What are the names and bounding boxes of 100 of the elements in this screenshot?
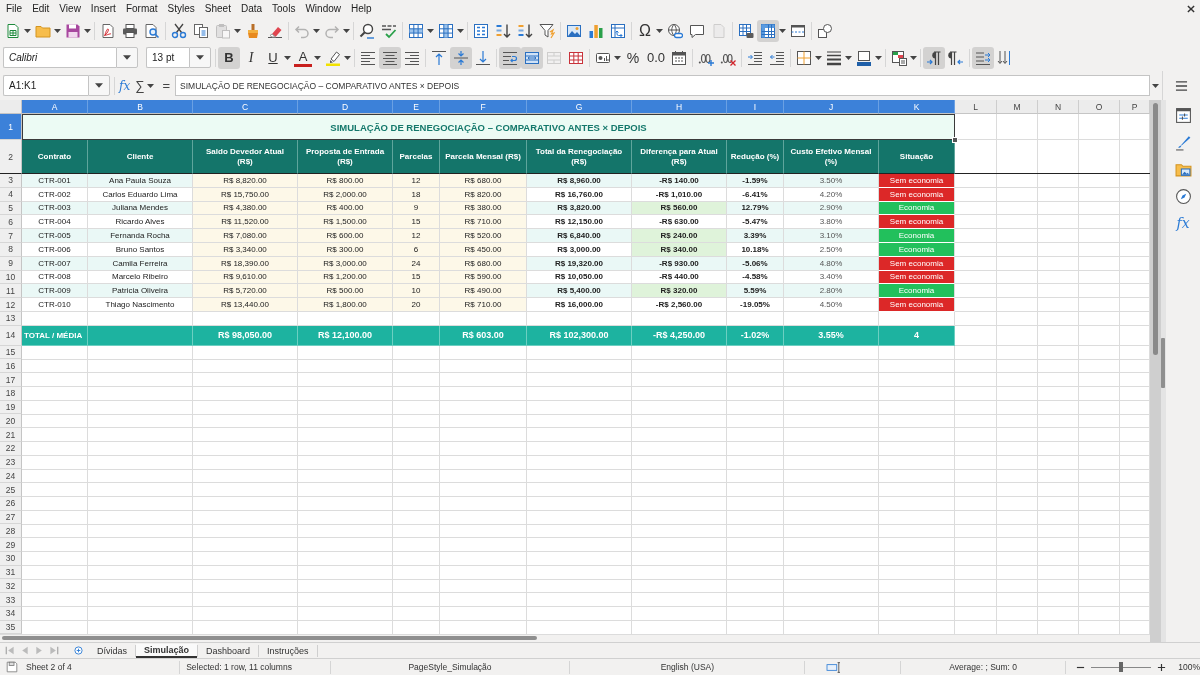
caret-icon[interactable]: [815, 55, 823, 60]
menu-item[interactable]: View: [54, 2, 86, 16]
underline-button[interactable]: U: [262, 46, 284, 69]
caret-icon[interactable]: [779, 29, 786, 33]
caret-icon[interactable]: [1152, 83, 1159, 88]
caret-icon[interactable]: [427, 29, 434, 33]
font-name-field[interactable]: Calibri: [3, 47, 116, 68]
row-header[interactable]: 33: [0, 593, 22, 607]
column-header[interactable]: F: [440, 100, 527, 114]
add-sheet-icon[interactable]: [74, 646, 83, 655]
dropdown-button[interactable]: [116, 47, 138, 68]
name-box-field[interactable]: A1:K1: [3, 75, 88, 96]
vertical-scrollbar[interactable]: [1153, 103, 1158, 355]
row-header[interactable]: 17: [0, 373, 22, 387]
caret-icon[interactable]: [614, 55, 621, 60]
row-header[interactable]: 2: [0, 140, 22, 174]
column-header[interactable]: G: [527, 100, 632, 114]
copy-icon[interactable]: [193, 23, 209, 39]
fill-handle[interactable]: [952, 137, 958, 143]
text-direction-icon[interactable]: [972, 46, 995, 69]
column-header[interactable]: L: [955, 100, 997, 114]
menu-item[interactable]: Insert: [85, 2, 121, 16]
row-header[interactable]: 14: [0, 325, 22, 346]
sum-button[interactable]: ∑: [135, 78, 145, 93]
caret-icon[interactable]: [84, 29, 91, 33]
speech-bubble-icon[interactable]: [689, 23, 705, 39]
column-header[interactable]: E: [393, 100, 440, 114]
find-replace-icon[interactable]: [359, 23, 375, 39]
borders-icon[interactable]: [796, 49, 813, 66]
row-header[interactable]: 6: [0, 215, 22, 230]
menu-item[interactable]: Sheet: [199, 2, 236, 16]
calendar-icon[interactable]: [671, 49, 688, 66]
font-size-field[interactable]: 13 pt: [146, 47, 189, 68]
zoom-in-icon[interactable]: [1157, 662, 1167, 672]
sheet-tab[interactable]: Instruções: [259, 643, 317, 658]
highlighter-icon[interactable]: [325, 49, 341, 66]
align-center-icon[interactable]: [379, 46, 401, 69]
percent-button[interactable]: %: [622, 46, 644, 69]
image-folder-icon[interactable]: [1174, 161, 1192, 178]
row-header[interactable]: 7: [0, 229, 22, 243]
zoom-slider-thumb[interactable]: [1119, 662, 1124, 672]
column-header[interactable]: B: [88, 100, 193, 114]
decrease-indent-icon[interactable]: [769, 49, 786, 66]
paragraph-left-to-right-icon[interactable]: [923, 46, 946, 69]
caret-icon[interactable]: [457, 29, 464, 33]
menu-item[interactable]: Tools: [267, 2, 301, 16]
dropdown-button[interactable]: [189, 47, 211, 68]
special-character-button[interactable]: Ω: [634, 20, 656, 42]
align-top-icon[interactable]: [431, 49, 447, 66]
pivot-table-icon[interactable]: [610, 23, 626, 39]
caret-icon[interactable]: [54, 29, 61, 33]
caret-icon[interactable]: [656, 29, 663, 33]
menu-item[interactable]: Edit: [27, 2, 55, 16]
formula-input[interactable]: SIMULAÇÃO DE RENEGOCIAÇÃO – COMPARATIVO ANTES × DEPOIS: [175, 75, 1150, 96]
split-cells-icon[interactable]: [568, 49, 584, 66]
paragraph-right-to-left-icon[interactable]: [948, 49, 965, 66]
sheet-tab[interactable]: Simulação: [136, 643, 198, 658]
row-header[interactable]: 16: [0, 359, 22, 374]
column-header[interactable]: H: [632, 100, 727, 114]
column-header[interactable]: P: [1120, 100, 1150, 114]
increase-indent-icon[interactable]: [747, 49, 764, 66]
column-header[interactable]: M: [997, 100, 1038, 114]
shapes-icon[interactable]: [817, 23, 833, 39]
printer-icon[interactable]: [122, 23, 138, 39]
formula-button[interactable]: =: [162, 78, 171, 93]
spreadsheet-icon[interactable]: [5, 23, 21, 39]
selection-mode-icon[interactable]: [825, 660, 843, 674]
insert-columns-icon[interactable]: [438, 23, 454, 39]
insert-rows-icon[interactable]: [408, 23, 424, 39]
caret-icon[interactable]: [284, 55, 291, 60]
row-header[interactable]: 29: [0, 538, 22, 552]
column-header[interactable]: O: [1079, 100, 1120, 114]
bold-button[interactable]: B: [218, 46, 240, 69]
row-header[interactable]: 28: [0, 524, 22, 539]
globe-link-icon[interactable]: [667, 23, 683, 39]
align-right-icon[interactable]: [404, 49, 420, 66]
conditional-format-icon[interactable]: [891, 49, 908, 66]
row-header[interactable]: 1: [0, 114, 22, 140]
freeze-panes-icon[interactable]: [757, 20, 779, 42]
print-preview-icon[interactable]: [144, 23, 160, 39]
row-header[interactable]: 12: [0, 298, 22, 312]
sort-ascending-icon[interactable]: [495, 23, 511, 39]
menu-item[interactable]: Styles: [162, 2, 200, 16]
vertical-scrollbar-track[interactable]: [1150, 100, 1161, 642]
column-header[interactable]: D: [298, 100, 393, 114]
properties-icon[interactable]: [1174, 107, 1192, 124]
wrap-text-icon[interactable]: [499, 46, 521, 69]
merge-center-icon[interactable]: [521, 46, 543, 69]
number-format-button[interactable]: 0.0: [644, 46, 669, 69]
spellcheck-icon[interactable]: [381, 23, 397, 39]
menu-icon[interactable]: [1175, 79, 1188, 92]
brush-icon[interactable]: [1174, 134, 1192, 151]
row-header[interactable]: 24: [0, 469, 22, 484]
caret-icon[interactable]: [875, 55, 883, 60]
functions-button[interactable]: fx: [1176, 215, 1190, 232]
menu-item[interactable]: Window: [300, 2, 346, 16]
sidebar-collapse-handle[interactable]: [1161, 338, 1165, 388]
align-left-icon[interactable]: [360, 49, 376, 66]
pdf-document-icon[interactable]: [100, 23, 116, 39]
menu-item[interactable]: Data: [235, 2, 268, 16]
